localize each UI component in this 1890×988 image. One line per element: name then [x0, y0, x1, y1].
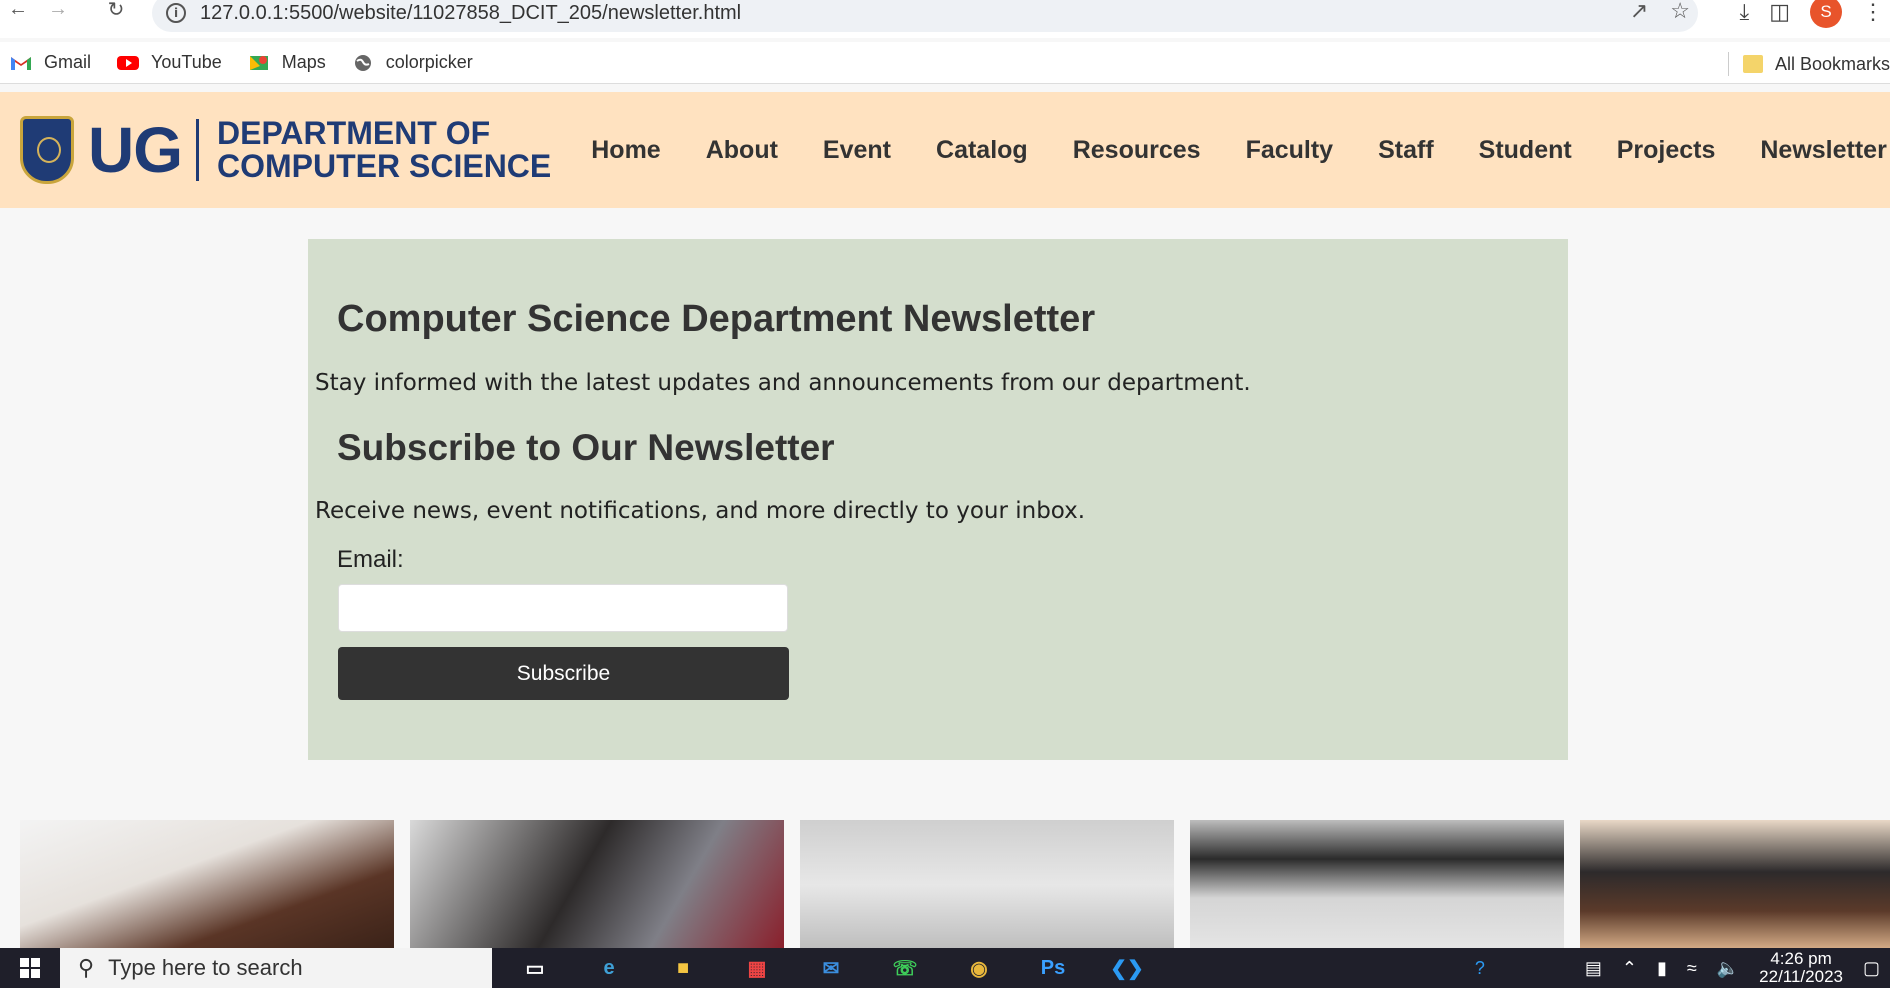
gmail-icon: [10, 54, 32, 72]
logo-ug-text: UG: [88, 114, 183, 186]
share-icon[interactable]: ↗: [1630, 0, 1648, 24]
gallery-image-graduates[interactable]: [1580, 820, 1890, 950]
start-button[interactable]: [0, 948, 60, 988]
task-view-icon[interactable]: ▭: [514, 951, 556, 985]
notifications-icon[interactable]: ▢: [1863, 958, 1880, 979]
newsletter-panel: Computer Science Department Newsletter S…: [308, 239, 1568, 760]
battery-icon[interactable]: ▮: [1657, 958, 1667, 979]
photoshop-icon[interactable]: Ps: [1032, 951, 1074, 985]
nav-home[interactable]: Home: [591, 136, 660, 165]
back-button[interactable]: ←: [0, 0, 36, 24]
nav-student[interactable]: Student: [1479, 136, 1572, 165]
clock-time: 4:26 pm: [1770, 949, 1832, 968]
file-explorer-icon[interactable]: ■: [662, 951, 704, 985]
nav-faculty[interactable]: Faculty: [1246, 136, 1334, 165]
bookmark-label: colorpicker: [385, 52, 473, 72]
logo-divider: [196, 119, 199, 181]
menu-kebab-icon[interactable]: ⋮: [1862, 0, 1884, 25]
subscribe-button[interactable]: Subscribe: [338, 647, 789, 700]
bookmark-label: YouTube: [151, 52, 222, 72]
gallery-image-department-sign[interactable]: [800, 820, 1174, 950]
bookmark-star-icon[interactable]: ☆: [1670, 0, 1690, 24]
side-panel-icon[interactable]: ◫: [1769, 0, 1790, 25]
search-placeholder: Type here to search: [108, 955, 303, 980]
newsletter-intro: Stay informed with the latest updates an…: [315, 370, 1251, 396]
department-name: DEPARTMENT OF COMPUTER SCIENCE: [217, 117, 551, 183]
site-header: UG DEPARTMENT OF COMPUTER SCIENCE Home A…: [0, 92, 1890, 208]
windows-taskbar: ⚲ Type here to search ▭ e ■ ▦ ✉ ☏ ◉ Ps ❮…: [0, 948, 1890, 988]
newsletter-title: Computer Science Department Newsletter: [337, 298, 1096, 340]
email-field[interactable]: [338, 584, 788, 632]
maps-icon: [248, 54, 270, 72]
chrome-icon[interactable]: ◉: [958, 951, 1000, 985]
windows-logo-icon: [20, 958, 40, 978]
wifi-icon[interactable]: ≈: [1687, 958, 1697, 979]
nav-staff[interactable]: Staff: [1378, 136, 1434, 165]
department-line-1: DEPARTMENT OF: [217, 115, 491, 151]
volume-icon[interactable]: 🔈: [1717, 958, 1739, 979]
main-nav: Home About Event Catalog Resources Facul…: [591, 136, 1887, 165]
bookmarks-bar: Gmail YouTube Maps colorpicker All Bookm…: [0, 42, 1890, 84]
forward-button[interactable]: →: [40, 0, 76, 24]
store-icon[interactable]: ▦: [736, 951, 778, 985]
clock[interactable]: 4:26 pm 22/11/2023: [1759, 950, 1843, 986]
folder-icon: [1742, 55, 1763, 73]
gallery-image-student-laptop[interactable]: [410, 820, 784, 950]
gallery-image-building[interactable]: [1190, 820, 1564, 950]
nav-newsletter[interactable]: Newsletter: [1760, 136, 1886, 165]
site-logo[interactable]: UG DEPARTMENT OF COMPUTER SCIENCE: [20, 113, 551, 187]
department-line-2: COMPUTER SCIENCE: [217, 148, 552, 184]
nav-projects[interactable]: Projects: [1617, 136, 1716, 165]
nav-event[interactable]: Event: [823, 136, 891, 165]
taskbar-search[interactable]: ⚲ Type here to search: [60, 948, 492, 988]
globe-icon: [352, 54, 374, 72]
bookmark-label: Gmail: [44, 52, 92, 72]
address-url: 127.0.0.1:5500/website/11027858_DCIT_205…: [200, 1, 742, 24]
whatsapp-icon[interactable]: ☏: [884, 951, 926, 985]
browser-toolbar: ← → ↻ i 127.0.0.1:5500/website/11027858_…: [0, 0, 1890, 38]
all-bookmarks[interactable]: All Bookmarks: [1727, 52, 1890, 76]
edge-icon[interactable]: e: [588, 951, 630, 985]
site-info-icon[interactable]: i: [166, 3, 186, 23]
download-icon[interactable]: ⤓: [1739, 0, 1749, 25]
youtube-icon: [117, 54, 140, 72]
subscribe-text: Receive news, event notifications, and m…: [315, 498, 1086, 524]
all-bookmarks-label: All Bookmarks: [1774, 53, 1890, 74]
news-icon[interactable]: ▤: [1585, 958, 1602, 979]
help-icon[interactable]: ?: [1475, 958, 1485, 979]
profile-avatar[interactable]: S: [1810, 0, 1842, 28]
bookmark-maps[interactable]: Maps: [248, 52, 326, 73]
image-gallery: [0, 820, 1890, 950]
subscribe-title: Subscribe to Our Newsletter: [337, 427, 835, 468]
nav-catalog[interactable]: Catalog: [936, 136, 1028, 165]
bookmark-youtube[interactable]: YouTube: [117, 52, 222, 73]
vscode-icon[interactable]: ❮❯: [1106, 951, 1148, 985]
gallery-image-typing-hands[interactable]: [20, 820, 394, 950]
email-label: Email:: [337, 546, 404, 573]
nav-resources[interactable]: Resources: [1073, 136, 1201, 165]
address-bar[interactable]: i 127.0.0.1:5500/website/11027858_DCIT_2…: [152, 0, 1698, 32]
bookmark-gmail[interactable]: Gmail: [10, 52, 91, 73]
mail-icon[interactable]: ✉: [810, 951, 852, 985]
tray-chevron-icon[interactable]: ⌃: [1622, 958, 1637, 979]
clock-date: 22/11/2023: [1759, 967, 1843, 986]
reload-button[interactable]: ↻: [98, 0, 134, 24]
nav-about[interactable]: About: [706, 136, 778, 165]
bookmark-colorpicker[interactable]: colorpicker: [352, 52, 473, 73]
search-icon: ⚲: [78, 955, 95, 980]
bookmark-label: Maps: [281, 52, 326, 72]
university-crest-icon: [20, 116, 74, 184]
